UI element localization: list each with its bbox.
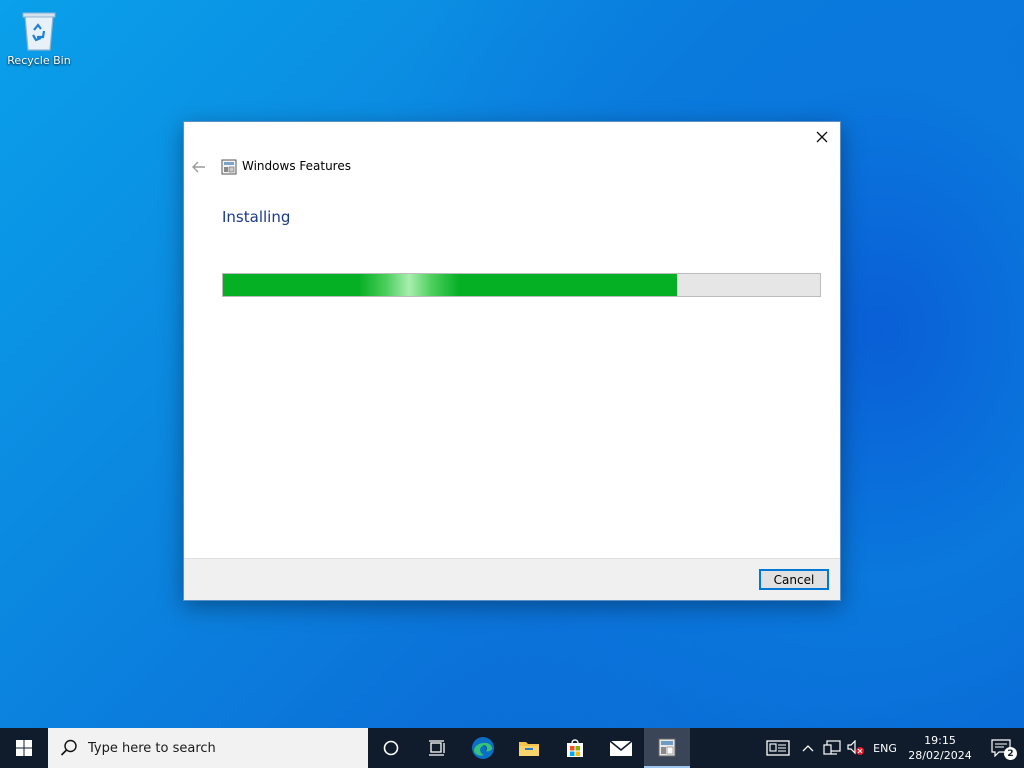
- close-icon: [816, 131, 828, 143]
- install-progress-fill: [223, 274, 677, 296]
- search-placeholder: Type here to search: [88, 740, 216, 756]
- recycle-bin-label: Recycle Bin: [7, 54, 71, 67]
- action-center-button[interactable]: 2: [978, 728, 1024, 768]
- back-button[interactable]: [190, 156, 208, 178]
- windows-features-icon: [658, 738, 676, 757]
- windows-logo-icon: [16, 740, 32, 756]
- store-icon: [567, 739, 583, 757]
- back-arrow-icon: [192, 161, 205, 173]
- cortana-icon: [383, 740, 399, 756]
- news-button[interactable]: [760, 728, 796, 768]
- dialog-title: Windows Features: [242, 159, 351, 173]
- dialog-footer: Cancel: [184, 558, 840, 600]
- cancel-button[interactable]: Cancel: [759, 569, 829, 590]
- input-language[interactable]: ENG: [868, 728, 902, 768]
- taskbar-search-box[interactable]: Type here to search: [48, 728, 368, 768]
- clock-date: 28/02/2024: [908, 749, 972, 762]
- file-explorer-button[interactable]: [506, 728, 552, 768]
- start-button[interactable]: [0, 728, 48, 768]
- file-explorer-icon: [519, 742, 539, 756]
- status-heading: Installing: [222, 208, 291, 226]
- recycle-bin-icon: [22, 12, 56, 51]
- clock-time: 19:15: [924, 734, 956, 747]
- network-button[interactable]: [820, 728, 844, 768]
- windows-features-icon: [221, 159, 237, 175]
- windows-features-taskbar-button[interactable]: [644, 728, 690, 768]
- taskbar: Type here to search ENG 19:15 28/02/2024…: [0, 728, 1024, 768]
- store-button[interactable]: [552, 728, 598, 768]
- edge-button[interactable]: [460, 728, 506, 768]
- task-view-icon: [429, 740, 445, 756]
- mail-icon: [609, 740, 633, 756]
- task-view-button[interactable]: [414, 728, 460, 768]
- install-progress-bar: [222, 273, 821, 297]
- system-tray: ENG 19:15 28/02/2024 2: [760, 728, 1024, 768]
- edge-icon: [472, 737, 494, 759]
- news-icon: [766, 740, 790, 756]
- volume-muted-icon: [847, 740, 864, 755]
- mail-button[interactable]: [598, 728, 644, 768]
- show-hidden-icons-button[interactable]: [796, 728, 820, 768]
- clock[interactable]: 19:15 28/02/2024: [902, 728, 978, 768]
- windows-features-dialog: Windows Features Installing Cancel: [183, 121, 841, 601]
- recycle-bin-shortcut[interactable]: Recycle Bin: [4, 8, 74, 67]
- search-icon: [60, 739, 77, 756]
- cortana-button[interactable]: [368, 728, 414, 768]
- notification-count-badge: 2: [1004, 747, 1017, 760]
- chevron-up-icon: [802, 745, 814, 752]
- network-icon: [823, 740, 841, 755]
- volume-button[interactable]: [844, 728, 868, 768]
- close-button[interactable]: [808, 124, 836, 150]
